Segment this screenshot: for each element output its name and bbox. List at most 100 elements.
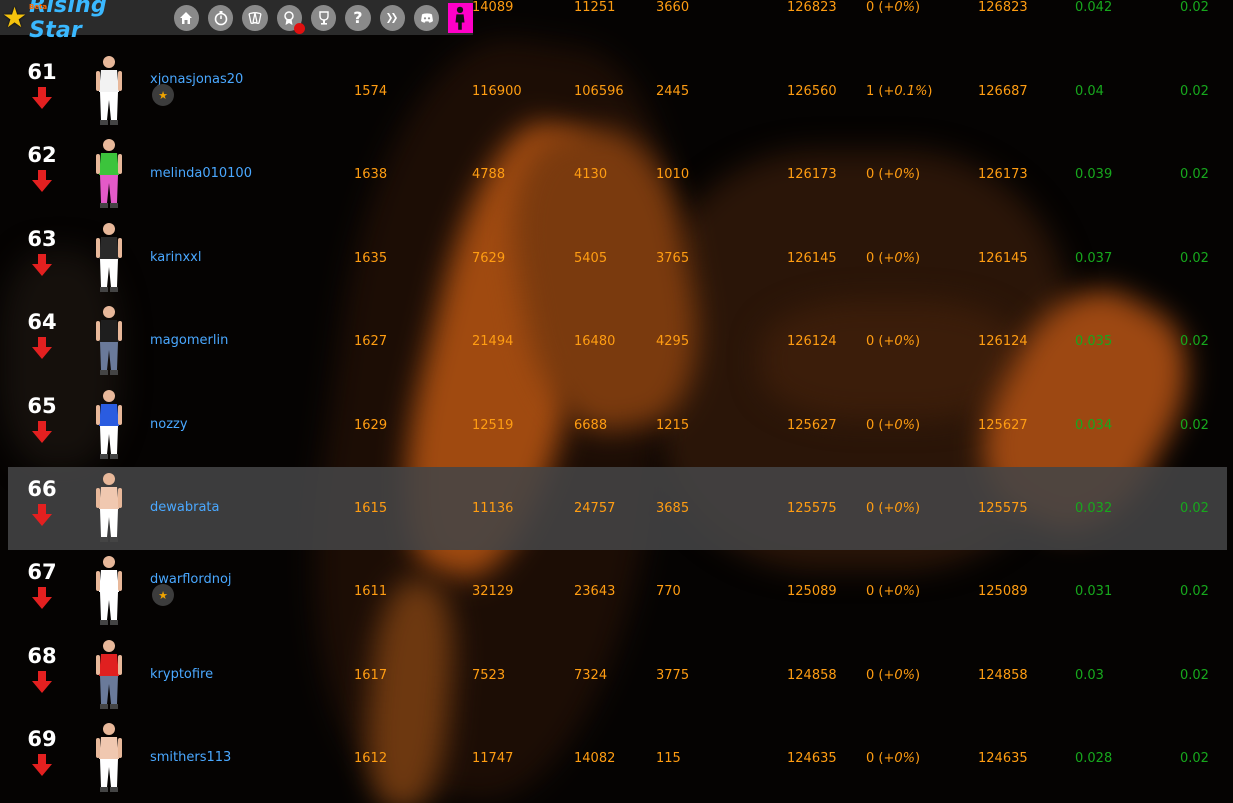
leaderboard: 14089 11251 3660 126823 0 (+0%) 126823 0… [0,0,1233,803]
rank-number: 63 [27,227,57,251]
ratio-cell: 0.028 [1075,751,1113,766]
table-row[interactable]: 61 xjonasjonas20 ★ 1574 116900 106596 24… [8,50,1227,133]
total-cell: 124858 [978,668,1028,683]
avatar[interactable] [92,54,126,128]
stat-cell: 24757 [574,501,616,516]
stat-cell: 1638 [354,167,388,182]
delta-cell: 0 (+0%) [866,501,921,516]
avatar[interactable] [92,721,126,795]
username-link[interactable]: magomerlin [150,333,228,348]
table-row[interactable]: 65 nozzy 1629 12519 6688 1215 125627 0 (… [8,384,1227,467]
ratio-cell: 0.02 [1180,167,1209,182]
total-cell: 126823 [978,0,1028,15]
total-cell: 124635 [978,751,1028,766]
username-link[interactable]: karinxxl [150,250,201,265]
stat-cell: 12519 [472,418,514,433]
ratio-cell: 0.02 [1180,84,1209,99]
username-link[interactable]: nozzy [150,417,188,432]
stat-cell: 125627 [787,418,837,433]
award-icon[interactable] [276,4,305,34]
stat-cell: 1010 [656,167,690,182]
avatar[interactable] [92,221,126,295]
rising-star-logo[interactable]: ★ Beta Rising Star [2,0,169,43]
rank-down-arrow-icon [32,587,52,609]
help-label: ? [353,8,363,27]
stat-cell: 126124 [787,334,837,349]
stat-cell: 770 [656,584,681,599]
total-cell: 126145 [978,251,1028,266]
discord-icon[interactable] [413,4,440,31]
trophy-icon[interactable] [310,4,337,31]
rank-number: 61 [27,60,57,84]
total-cell: 125575 [978,501,1028,516]
rank-down-arrow-icon [32,504,52,526]
brand-title: Rising Star [29,0,107,43]
avatar[interactable] [92,304,126,378]
hive-icon[interactable] [379,4,405,31]
character-icon[interactable] [447,2,474,33]
avatar[interactable] [92,471,126,545]
rank-down-arrow-icon [32,671,52,693]
total-cell: 125089 [978,584,1028,599]
cards-icon[interactable] [242,4,268,31]
avatar[interactable] [92,638,126,712]
stat-cell: 1635 [354,251,388,266]
delta-cell: 0 (+0%) [866,668,921,683]
ratio-cell: 0.02 [1180,334,1209,349]
stat-cell: 106596 [574,84,624,99]
avatar[interactable] [92,388,126,462]
table-row[interactable]: 62 melinda010100 1638 4788 4130 1010 126… [8,133,1227,216]
ratio-cell: 0.02 [1180,751,1209,766]
ratio-cell: 0.02 [1180,418,1209,433]
table-row[interactable]: 67 dwarflordnoj ★ 1611 32129 23643 770 1… [8,550,1227,633]
ratio-cell: 0.034 [1075,418,1113,433]
ratio-cell: 0.02 [1180,501,1209,516]
username-link[interactable]: melinda010100 [150,166,252,181]
avatar[interactable] [92,554,126,628]
stat-cell: 126823 [787,0,837,15]
username-link[interactable]: smithers113 [150,750,231,765]
delta-cell: 0 (+0%) [866,584,921,599]
rank-number: 67 [27,560,57,584]
stat-cell: 126173 [787,167,837,182]
stat-cell: 32129 [472,584,514,599]
ratio-cell: 0.02 [1180,584,1209,599]
stat-cell: 11251 [574,0,616,15]
ratio-cell: 0.04 [1075,84,1104,99]
stat-cell: 124635 [787,751,837,766]
stat-cell: 6688 [574,418,608,433]
rank-number: 68 [27,644,57,668]
table-row[interactable]: 69 smithers113 1612 11747 14082 115 1246… [8,717,1227,800]
delta-cell: 0 (+0%) [866,251,921,266]
star-badge-icon: ★ [152,584,174,606]
delta-cell: 0 (+0%) [866,0,921,15]
username-link[interactable]: dewabrata [150,500,219,515]
stat-cell: 3775 [656,668,690,683]
stopwatch-icon[interactable] [207,4,234,31]
avatar[interactable] [92,137,126,211]
delta-cell: 0 (+0%) [866,334,921,349]
stat-cell: 7324 [574,668,608,683]
stat-cell: 1574 [354,84,388,99]
stat-cell: 126560 [787,84,837,99]
ratio-cell: 0.032 [1075,501,1113,516]
table-row[interactable]: 68 kryptofire 1617 7523 7324 3775 124858… [8,634,1227,717]
stat-cell: 1612 [354,751,388,766]
help-icon[interactable]: ? [345,4,371,31]
rank-number: 69 [27,727,57,751]
ratio-cell: 0.042 [1075,0,1113,15]
stat-cell: 7629 [472,251,506,266]
stat-cell: 16480 [574,334,616,349]
table-row[interactable]: 64 magomerlin 1627 21494 16480 4295 1261… [8,300,1227,383]
rank-down-arrow-icon [32,254,52,276]
stat-cell: 11747 [472,751,514,766]
ratio-cell: 0.02 [1180,251,1209,266]
rank-down-arrow-icon [32,87,52,109]
stat-cell: 4788 [472,167,506,182]
ratio-cell: 0.035 [1075,334,1113,349]
stat-cell: 7523 [472,668,506,683]
table-row[interactable]: 66 dewabrata 1615 11136 24757 3685 12557… [8,467,1227,550]
table-row[interactable]: 63 karinxxl 1635 7629 5405 3765 126145 0… [8,217,1227,300]
username-link[interactable]: kryptofire [150,667,213,682]
home-icon[interactable] [173,4,199,31]
